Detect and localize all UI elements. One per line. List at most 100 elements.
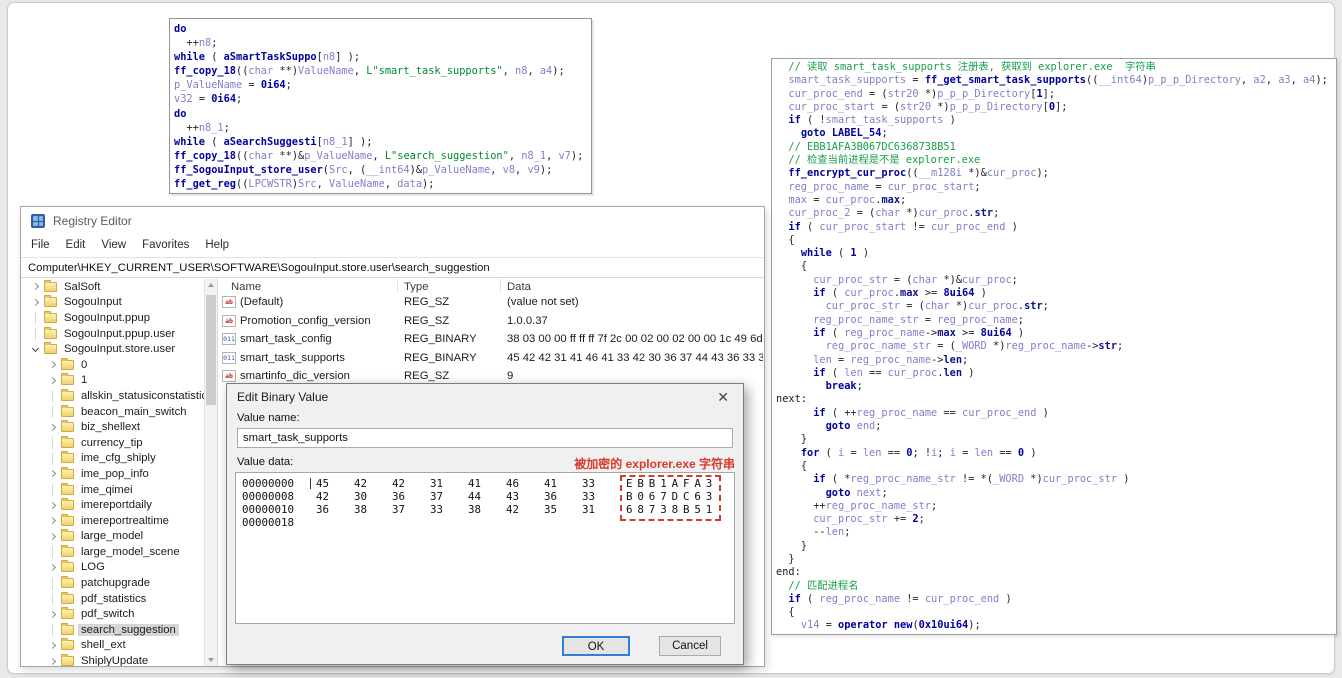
close-icon[interactable]: ✕ [712,387,734,408]
tree-item-SogouInput.store.user[interactable]: SogouInput.store.user [21,341,204,357]
value-type: REG_BINARY [404,351,477,364]
code-line: if ( reg_proc_name != cur_proc_end ) [788,592,1012,605]
hex-byte: 41 [544,477,558,490]
binary-value-icon: 011 [222,333,236,345]
value-name: Promotion_config_version [240,314,371,327]
tree-line [48,593,58,606]
tree-item-SogouInput.ppup[interactable]: SogouInput.ppup [21,310,204,326]
column-separator[interactable] [500,279,501,293]
value-type: REG_SZ [404,314,450,327]
menu-view[interactable]: View [93,235,134,255]
expand-chevron-icon[interactable] [48,531,58,542]
folder-icon [61,576,74,589]
value-data: 1.0.0.37 [507,314,548,327]
tree-item-pdf_switch[interactable]: pdf_switch [21,606,204,622]
tree-line [48,484,58,497]
tree-item-large_model[interactable]: large_model [21,529,204,545]
value-row-(Default)[interactable]: ab (Default) REG_SZ (value not set) [219,294,763,312]
code-line: while ( 1 ) [800,247,870,260]
tree-item-label: allskin_statusiconstatistics [81,389,204,402]
scroll-down-icon[interactable] [208,658,214,662]
menu-favorites[interactable]: Favorites [134,235,197,255]
scrollbar-thumb[interactable] [206,295,216,405]
tree-item-ime_qimei[interactable]: ime_qimei [21,482,204,498]
hex-byte: 31 [430,477,444,490]
tree-item-SalSoft[interactable]: SalSoft [21,279,204,295]
tree-item-LOG[interactable]: LOG [21,560,204,576]
ok-button[interactable]: OK [562,636,630,656]
tree-item-imereportrealtime[interactable]: imereportrealtime [21,513,204,529]
tree-item-ime_pop_info[interactable]: ime_pop_info [21,466,204,482]
menu-edit[interactable]: Edit [58,235,94,255]
value-name: smart_task_supports [240,351,345,364]
expand-chevron-icon[interactable] [48,640,58,651]
tree-item-imereportdaily[interactable]: imereportdaily [21,497,204,513]
tree-item-1[interactable]: 1 [21,373,204,389]
value-name-field[interactable] [237,428,733,448]
tree-item-ShiplyUpdate[interactable]: ShiplyUpdate [21,653,204,666]
code-line: { [788,606,795,619]
code-line: reg_proc_name = cur_proc_start; [788,180,981,193]
expand-chevron-icon[interactable] [48,375,58,386]
tree-item-SogouInput.ppup.user[interactable]: SogouInput.ppup.user [21,326,204,342]
hex-editor[interactable]: 00000000 45 42 42 31 41 46 41 33 E B B 1 A F A 3 00000008… [235,472,735,624]
value-row-smart_task_config[interactable]: 011 smart_task_config REG_BINARY 38 03 00 0… [219,331,763,349]
code-line: p_ValueName = 0i64; [174,79,292,92]
pane-splitter[interactable] [217,278,218,666]
hex-offset: 00000018 [242,516,295,529]
tree-line [48,452,58,465]
expand-chevron-icon[interactable] [31,344,41,355]
address-bar-input[interactable] [21,257,764,278]
tree-item-biz_shellext[interactable]: biz_shellext [21,419,204,435]
tree-item-SogouInput[interactable]: SogouInput [21,295,204,311]
cancel-button[interactable]: Cancel [659,636,721,656]
menu-file[interactable]: File [23,235,58,255]
code-line: ff_copy_18((char **)&p_ValueName, L"sear… [174,149,584,162]
tree-item-label: biz_shellext [81,421,141,434]
expand-chevron-icon[interactable] [48,562,58,573]
tree-item-large_model_scene[interactable]: large_model_scene [21,544,204,560]
column-separator[interactable] [397,279,398,293]
title-bar[interactable]: Registry Editor [21,207,764,235]
expand-chevron-icon[interactable] [48,422,58,433]
expand-chevron-icon[interactable] [48,468,58,479]
decompiler-snippet-right: // 读取 smart_task_supports 注册表, 获取到 explo… [771,58,1337,635]
tree-item-search_suggestion[interactable]: search_suggestion [21,622,204,638]
expand-chevron-icon[interactable] [48,609,58,620]
tree-item-label: imereportdaily [81,499,152,512]
tree-item-currency_tip[interactable]: currency_tip [21,435,204,451]
tree-item-patchupgrade[interactable]: patchupgrade [21,575,204,591]
expand-chevron-icon[interactable] [31,281,41,292]
expand-chevron-icon[interactable] [48,515,58,526]
expand-chevron-icon[interactable] [48,656,58,666]
code-line: len = reg_proc_name->len; [813,353,969,366]
folder-icon [44,295,57,308]
menu-help[interactable]: Help [197,235,237,255]
tree-item-allskin_statusiconstatistics[interactable]: allskin_statusiconstatistics [21,388,204,404]
hex-byte: 38 [468,503,482,516]
value-name-label: Value name: [237,412,300,424]
tree-item-beacon_main_switch[interactable]: beacon_main_switch [21,404,204,420]
value-row-Promotion_config_version[interactable]: ab Promotion_config_version REG_SZ 1.0.0.37 [219,313,763,331]
expand-chevron-icon[interactable] [48,359,58,370]
code-line: } [800,539,808,552]
tree-item-label: LOG [81,561,105,574]
code-line: // 检查当前进程是不是 explorer.exe [788,154,981,167]
code-line: // 读取 smart_task_supports 注册表, 获取到 explo… [788,61,1156,73]
column-header-type[interactable]: Type [404,281,429,293]
tree-item-0[interactable]: 0 [21,357,204,373]
content-frame: do ++n8; while ( aSmartTaskSuppo[n8] ); ff… [7,2,1337,674]
tree-item-pdf_statistics[interactable]: pdf_statistics [21,591,204,607]
column-header-data[interactable]: Data [507,281,531,293]
expand-chevron-icon[interactable] [48,500,58,511]
tree-scrollbar[interactable] [204,279,217,666]
value-row-smart_task_supports[interactable]: 011 smart_task_supports REG_BINARY 45 42 42… [219,350,763,368]
code-line: // EBB1AFA3B067DC6368738B51 [788,140,956,153]
tree-item-shell_ext[interactable]: shell_ext [21,638,204,654]
hex-byte: 36 [544,490,558,503]
tree-item-ime_cfg_shiply[interactable]: ime_cfg_shiply [21,451,204,467]
column-header-name[interactable]: Name [231,281,261,293]
value-name-field-container [237,428,733,448]
scroll-up-icon[interactable] [208,283,214,287]
expand-chevron-icon[interactable] [31,297,41,308]
